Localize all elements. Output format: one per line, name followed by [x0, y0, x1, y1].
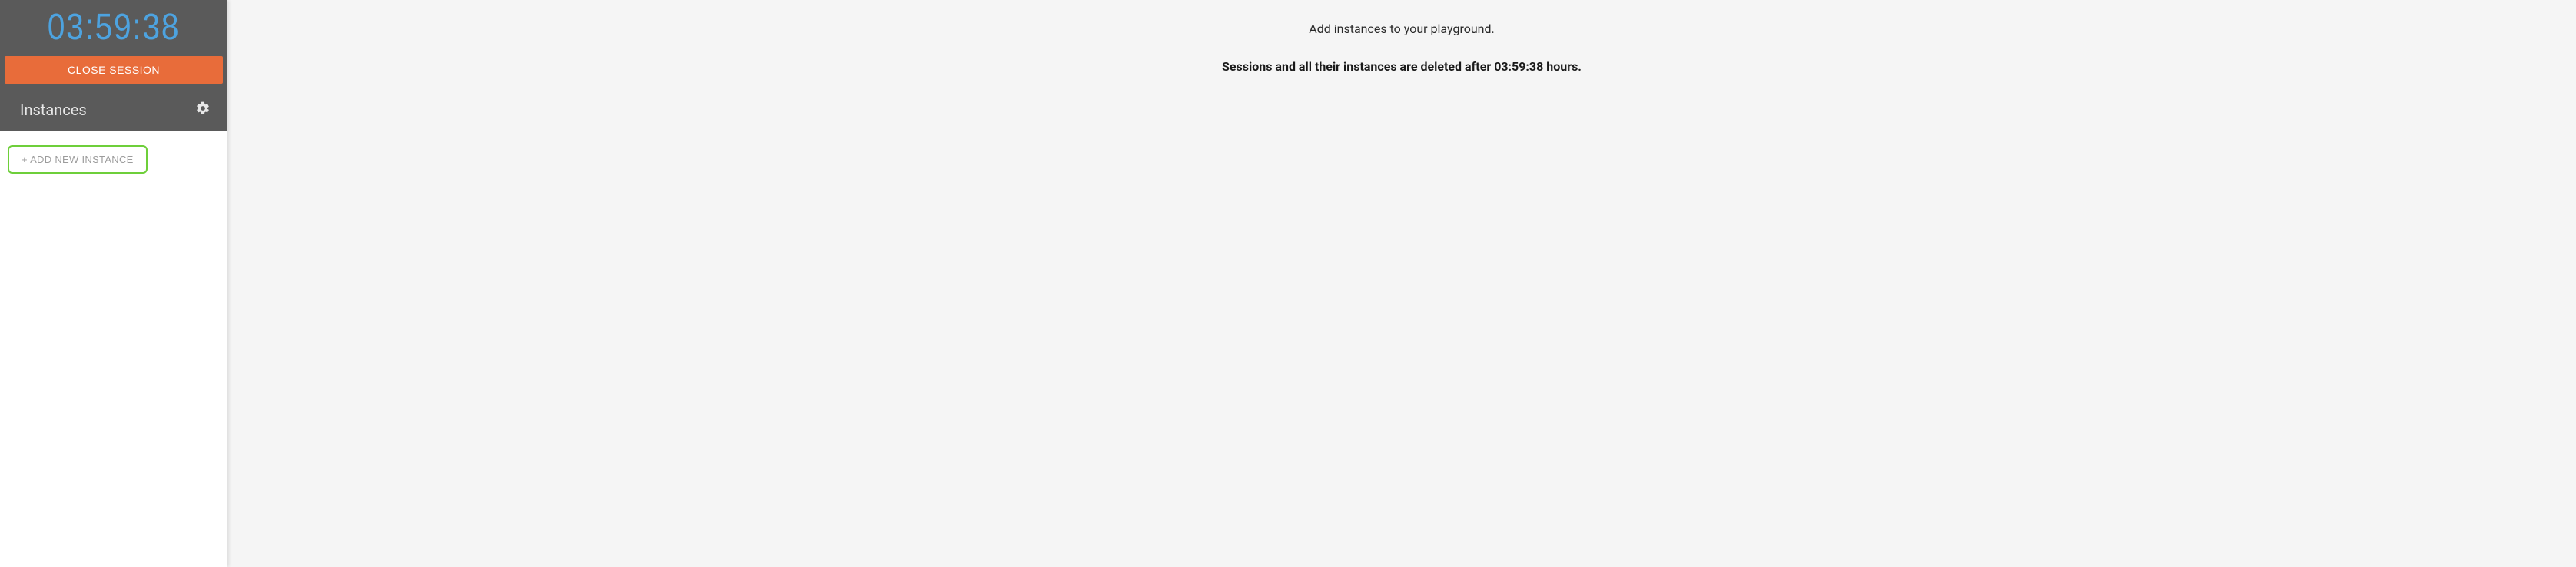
- gear-icon[interactable]: [195, 101, 211, 119]
- session-expiry-notice: Sessions and all their instances are del…: [258, 59, 2545, 74]
- playground-prompt: Add instances to your playground.: [258, 22, 2545, 36]
- main-content: Add instances to your playground. Sessio…: [227, 0, 2576, 567]
- sidebar-top: 03:59:38 CLOSE SESSION Instances: [0, 0, 227, 131]
- add-new-instance-button[interactable]: + ADD NEW INSTANCE: [8, 145, 148, 174]
- instances-header-label: Instances: [20, 101, 87, 119]
- close-session-button[interactable]: CLOSE SESSION: [5, 56, 223, 84]
- sidebar: 03:59:38 CLOSE SESSION Instances + ADD N…: [0, 0, 227, 567]
- instances-header: Instances: [3, 88, 224, 131]
- session-timer: 03:59:38: [20, 0, 208, 56]
- sidebar-body: + ADD NEW INSTANCE: [0, 131, 227, 567]
